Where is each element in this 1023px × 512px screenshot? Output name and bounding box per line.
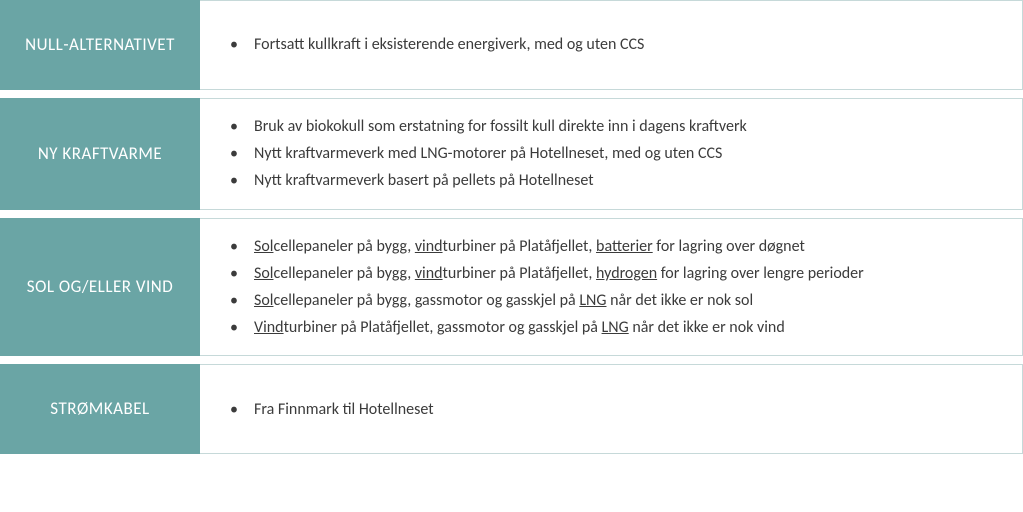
row-content: Fra Finnmark til Hotellneset: [200, 364, 1023, 454]
bullet-list: Solcellepaneler på bygg, vindturbiner på…: [230, 233, 864, 342]
row-content: Bruk av biokokull som erstatning for fos…: [200, 98, 1023, 210]
bullet-list: Bruk av biokokull som erstatning for fos…: [230, 113, 747, 195]
list-item: Solcellepaneler på bygg, gassmotor og ga…: [230, 287, 864, 314]
table-row: NY KRAFTVARME Bruk av biokokull som ersta…: [0, 98, 1023, 210]
alternatives-table: NULL-ALTERNATIVET Fortsatt kullkraft i ek…: [0, 0, 1023, 454]
list-item: Solcellepaneler på bygg, vindturbiner på…: [230, 260, 864, 287]
row-content: Fortsatt kullkraft i eksisterende energi…: [200, 0, 1023, 90]
bullet-list: Fortsatt kullkraft i eksisterende energi…: [230, 31, 644, 58]
list-item: Solcellepaneler på bygg, vindturbiner på…: [230, 233, 864, 260]
table-row: STRØMKABEL Fra Finnmark til Hotellneset: [0, 364, 1023, 454]
list-item: Fra Finnmark til Hotellneset: [230, 396, 434, 423]
bullet-list: Fra Finnmark til Hotellneset: [230, 396, 434, 423]
list-item: Nytt kraftvarmeverk basert på pellets på…: [230, 167, 747, 194]
row-label: SOL OG/ELLER VIND: [0, 218, 200, 357]
table-row: NULL-ALTERNATIVET Fortsatt kullkraft i ek…: [0, 0, 1023, 90]
list-item: Fortsatt kullkraft i eksisterende energi…: [230, 31, 644, 58]
list-item: Vindturbiner på Platåfjellet, gassmotor …: [230, 314, 864, 341]
row-content: Solcellepaneler på bygg, vindturbiner på…: [200, 218, 1023, 357]
table-row: SOL OG/ELLER VIND Solcellepaneler på bygg…: [0, 218, 1023, 357]
list-item: Bruk av biokokull som erstatning for fos…: [230, 113, 747, 140]
row-label: STRØMKABEL: [0, 364, 200, 454]
row-label: NULL-ALTERNATIVET: [0, 0, 200, 90]
row-label: NY KRAFTVARME: [0, 98, 200, 210]
list-item: Nytt kraftvarmeverk med LNG-motorer på H…: [230, 140, 747, 167]
